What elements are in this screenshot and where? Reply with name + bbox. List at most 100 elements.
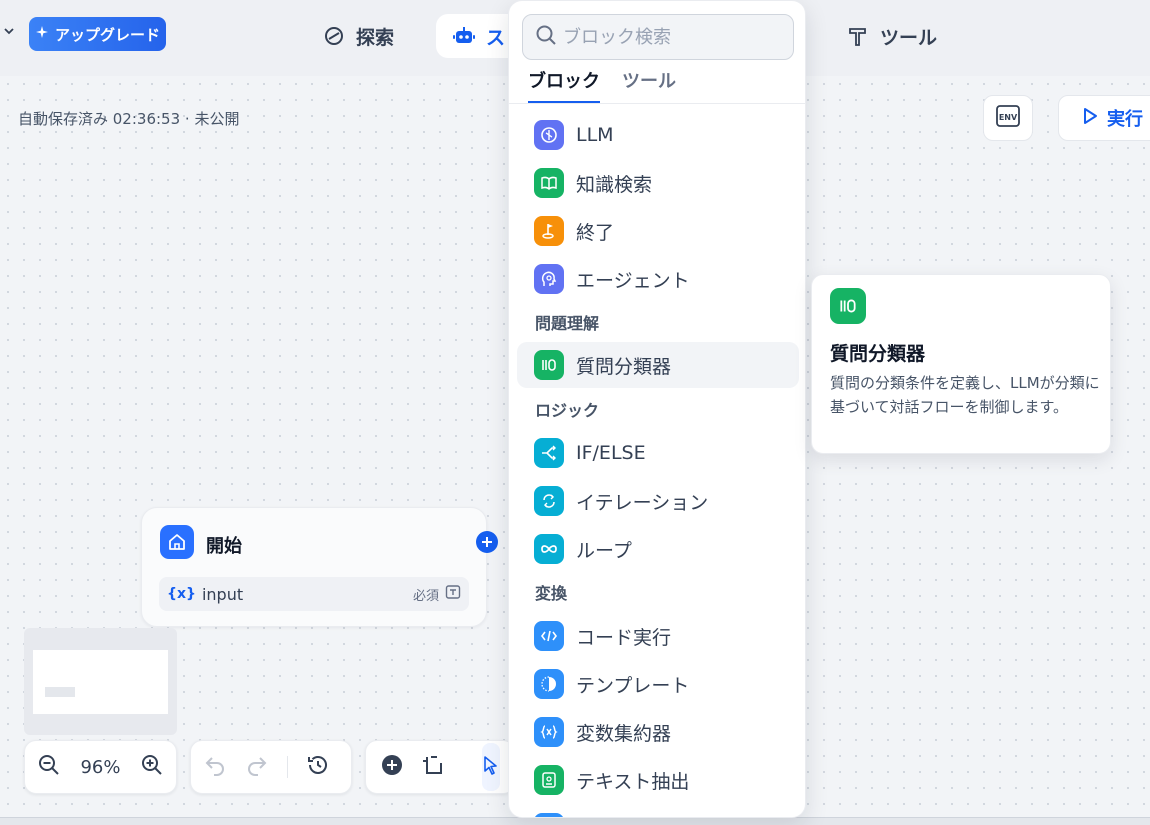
zoom-in-icon[interactable] bbox=[140, 753, 164, 781]
cursor-icon bbox=[482, 755, 500, 779]
redo-icon[interactable] bbox=[245, 753, 269, 781]
llm-icon bbox=[534, 120, 564, 150]
block-item-label: 知識検索 bbox=[576, 173, 653, 196]
block-item-label: ループ bbox=[576, 539, 632, 562]
text-extract-icon bbox=[534, 765, 564, 795]
zoom-controls: 96% bbox=[24, 740, 177, 794]
loop-icon bbox=[534, 534, 564, 564]
block-item-loop[interactable]: ループ bbox=[517, 526, 799, 572]
undo-icon[interactable] bbox=[203, 753, 227, 781]
code-icon bbox=[534, 621, 564, 651]
add-node-icon[interactable] bbox=[380, 753, 404, 781]
canvas-tool-controls bbox=[365, 740, 515, 794]
home-icon bbox=[160, 525, 194, 559]
block-icon bbox=[534, 813, 564, 817]
bottom-edge bbox=[0, 817, 1150, 825]
svg-text:ENV: ENV bbox=[999, 113, 1018, 122]
iteration-icon bbox=[534, 486, 564, 516]
minimap-node bbox=[45, 687, 75, 697]
search-icon bbox=[535, 24, 557, 50]
env-icon: ENV bbox=[995, 103, 1021, 133]
plus-icon bbox=[481, 533, 493, 552]
run-button[interactable]: 実行 bbox=[1058, 95, 1150, 141]
nav-explore[interactable]: 探索 bbox=[322, 14, 394, 58]
section-transform: 変換 bbox=[535, 584, 568, 603]
nav-explore-label: 探索 bbox=[356, 26, 395, 49]
autosave-status: 自動保存済み 02:36:53 · 未公開 bbox=[18, 110, 240, 128]
nav-tools-label: ツール bbox=[880, 26, 938, 49]
block-item-label: エージェント bbox=[576, 269, 690, 292]
chevron-down-icon[interactable] bbox=[2, 24, 18, 44]
classifier-icon bbox=[830, 288, 866, 324]
minimap-viewport bbox=[33, 650, 168, 714]
play-icon bbox=[1081, 107, 1099, 130]
tooltip-title: 質問分類器 bbox=[830, 343, 926, 365]
block-item-knowledge-retrieval[interactable]: 知識検索 bbox=[517, 160, 799, 206]
block-item-llm[interactable]: LLM bbox=[517, 112, 799, 158]
env-button[interactable]: ENV bbox=[983, 95, 1033, 141]
block-item-label: イテレーション bbox=[576, 491, 709, 514]
upgrade-label: アップグレード bbox=[54, 25, 160, 44]
add-note-icon[interactable] bbox=[422, 753, 446, 781]
minimap[interactable] bbox=[24, 628, 177, 735]
history-controls bbox=[190, 740, 352, 794]
variable-name: input bbox=[201, 584, 244, 604]
sparkle-icon bbox=[35, 25, 49, 43]
tooltip-description: 質問の分類条件を定義し、LLMが分類に基づいて対話フローを制御します。 bbox=[830, 374, 1100, 416]
book-icon bbox=[534, 168, 564, 198]
block-item-question-classifier[interactable]: 質問分類器 bbox=[517, 342, 799, 388]
section-question-understanding: 問題理解 bbox=[535, 314, 600, 333]
block-item-label: テンプレート bbox=[576, 674, 690, 697]
nav-tools[interactable]: ツール bbox=[846, 14, 937, 58]
block-item-label: 変数集約器 bbox=[576, 722, 672, 745]
block-tabs: ブロック ツール bbox=[528, 67, 676, 104]
upgrade-button[interactable]: アップグレード bbox=[29, 17, 166, 51]
block-item-iteration[interactable]: イテレーション bbox=[517, 478, 799, 524]
variable-icon: {x} bbox=[167, 586, 196, 602]
compass-icon bbox=[322, 24, 346, 48]
block-tooltip: 質問分類器 質問の分類条件を定義し、LLMが分類に基づいて対話フローを制御します… bbox=[811, 274, 1111, 454]
branch-icon bbox=[534, 438, 564, 468]
block-item-label: 質問分類器 bbox=[576, 355, 672, 378]
zoom-level[interactable]: 96% bbox=[80, 757, 120, 778]
flag-icon bbox=[534, 216, 564, 246]
text-input-icon bbox=[445, 584, 461, 604]
required-label: 必須 bbox=[412, 588, 439, 604]
block-item-label: テキスト抽出 bbox=[576, 770, 690, 793]
hammer-icon bbox=[846, 24, 870, 48]
block-item-end[interactable]: 終了 bbox=[517, 208, 799, 254]
section-logic: ロジック bbox=[535, 401, 600, 420]
block-item-if-else[interactable]: IF/ELSE bbox=[517, 430, 799, 476]
block-item-code[interactable]: コード実行 bbox=[517, 613, 799, 659]
add-next-node-button[interactable] bbox=[476, 531, 498, 553]
start-variable-row[interactable]: {x} input 必須 bbox=[159, 577, 469, 611]
block-item-label: IF/ELSE bbox=[576, 442, 646, 464]
zoom-out-icon[interactable] bbox=[37, 753, 61, 781]
pointer-mode-button[interactable] bbox=[482, 743, 500, 791]
start-node[interactable]: 開始 {x} input 必須 bbox=[141, 507, 487, 627]
block-item-partial[interactable] bbox=[517, 805, 799, 817]
tab-blocks[interactable]: ブロック bbox=[528, 67, 600, 104]
robot-icon bbox=[452, 24, 476, 48]
divider bbox=[287, 756, 288, 778]
block-selector-popover: ブロック ツール LLM 知識検索 終了 エージェント 問題理解 質問分類器 ロ… bbox=[508, 0, 806, 818]
block-item-label: LLM bbox=[576, 124, 614, 146]
template-icon bbox=[534, 669, 564, 699]
nav-studio-label: ス bbox=[486, 26, 506, 49]
block-search bbox=[522, 14, 794, 60]
variable-icon bbox=[534, 717, 564, 747]
block-item-label: コード実行 bbox=[576, 626, 672, 649]
block-item-variable-aggregator[interactable]: 変数集約器 bbox=[517, 709, 799, 755]
run-label: 実行 bbox=[1107, 109, 1143, 130]
block-item-label: 終了 bbox=[576, 221, 615, 244]
start-node-title: 開始 bbox=[206, 536, 242, 557]
block-item-template[interactable]: テンプレート bbox=[517, 661, 799, 707]
tab-tools[interactable]: ツール bbox=[622, 67, 676, 104]
block-search-input[interactable] bbox=[563, 26, 783, 48]
block-item-text-extractor[interactable]: テキスト抽出 bbox=[517, 757, 799, 803]
tabs-divider bbox=[509, 103, 805, 104]
agent-icon bbox=[534, 264, 564, 294]
classifier-icon bbox=[534, 350, 564, 380]
history-icon[interactable] bbox=[306, 753, 330, 781]
block-item-agent[interactable]: エージェント bbox=[517, 256, 799, 302]
